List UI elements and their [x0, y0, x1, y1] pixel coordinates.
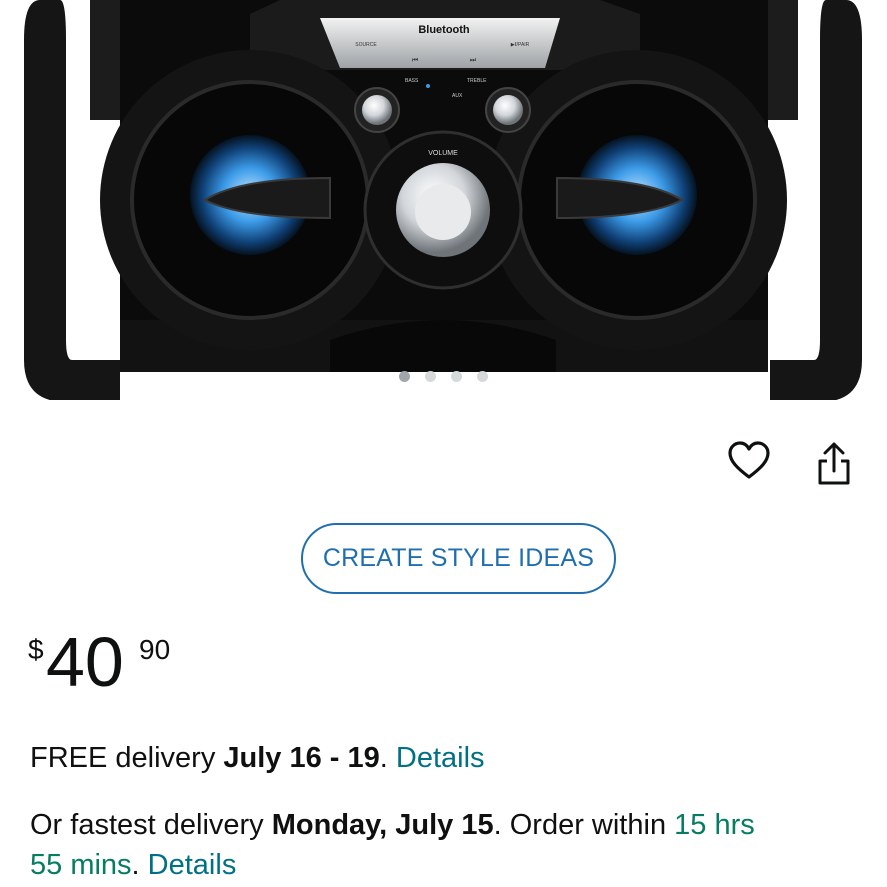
bass-knob: [362, 95, 392, 125]
create-style-ideas-button[interactable]: CREATE STYLE IDEAS: [301, 523, 616, 594]
heart-icon: [728, 441, 770, 479]
brand-label: Bluetooth: [418, 24, 470, 36]
product-image[interactable]: Bluetooth SOURCE ▶‖/PAIR ⏮ ⏭ VOLUME BASS…: [0, 0, 887, 400]
bass-label: BASS: [405, 78, 419, 84]
carousel-dot[interactable]: [477, 371, 488, 382]
share-icon: [818, 442, 850, 485]
fastest-delivery-date: Monday, July 15: [271, 809, 494, 841]
volume-label: VOLUME: [428, 150, 458, 157]
prev-button-label: ⏮: [412, 57, 418, 64]
fastest-delivery-line: Or fastest delivery Monday, July 15. Ord…: [30, 809, 755, 842]
free-delivery-line: FREE delivery July 16 - 19. Details: [30, 742, 485, 775]
image-carousel-dots: [0, 371, 887, 382]
next-button-label: ⏭: [470, 57, 477, 64]
fastest-delivery-line-2: 55 mins. Details: [30, 849, 236, 882]
create-style-ideas-label: CREATE STYLE IDEAS: [322, 544, 595, 572]
free-delivery-separator: .: [379, 742, 396, 774]
price-whole: 40: [46, 623, 124, 701]
fastest-delivery-prefix: Or fastest delivery: [30, 809, 272, 841]
treble-label: TREBLE: [467, 78, 487, 84]
add-to-list-button[interactable]: [725, 437, 773, 485]
carousel-dot[interactable]: [399, 371, 410, 382]
order-within-text: . Order within: [493, 809, 675, 841]
treble-knob: [493, 95, 523, 125]
fastest-delivery-details-link[interactable]: Details: [148, 849, 237, 881]
carousel-dot[interactable]: [451, 371, 462, 382]
price-fraction: 90: [139, 634, 171, 665]
fastest-delivery-separator: .: [131, 849, 148, 881]
countdown-minutes: 55 mins: [30, 849, 132, 881]
carousel-dot[interactable]: [425, 371, 436, 382]
source-button-label: SOURCE: [355, 42, 377, 48]
free-delivery-details-link[interactable]: Details: [396, 742, 485, 774]
free-delivery-dates: July 16 - 19: [223, 742, 380, 774]
share-button[interactable]: [810, 440, 858, 488]
speaker-illustration: Bluetooth SOURCE ▶‖/PAIR ⏮ ⏭ VOLUME BASS…: [24, 0, 862, 400]
pair-button-label: ▶‖/PAIR: [511, 42, 530, 48]
price-currency-symbol: $: [28, 634, 44, 665]
aux-label: AUX: [452, 93, 463, 99]
free-delivery-prefix: FREE delivery: [30, 742, 224, 774]
countdown-hours: 15 hrs: [674, 809, 755, 841]
